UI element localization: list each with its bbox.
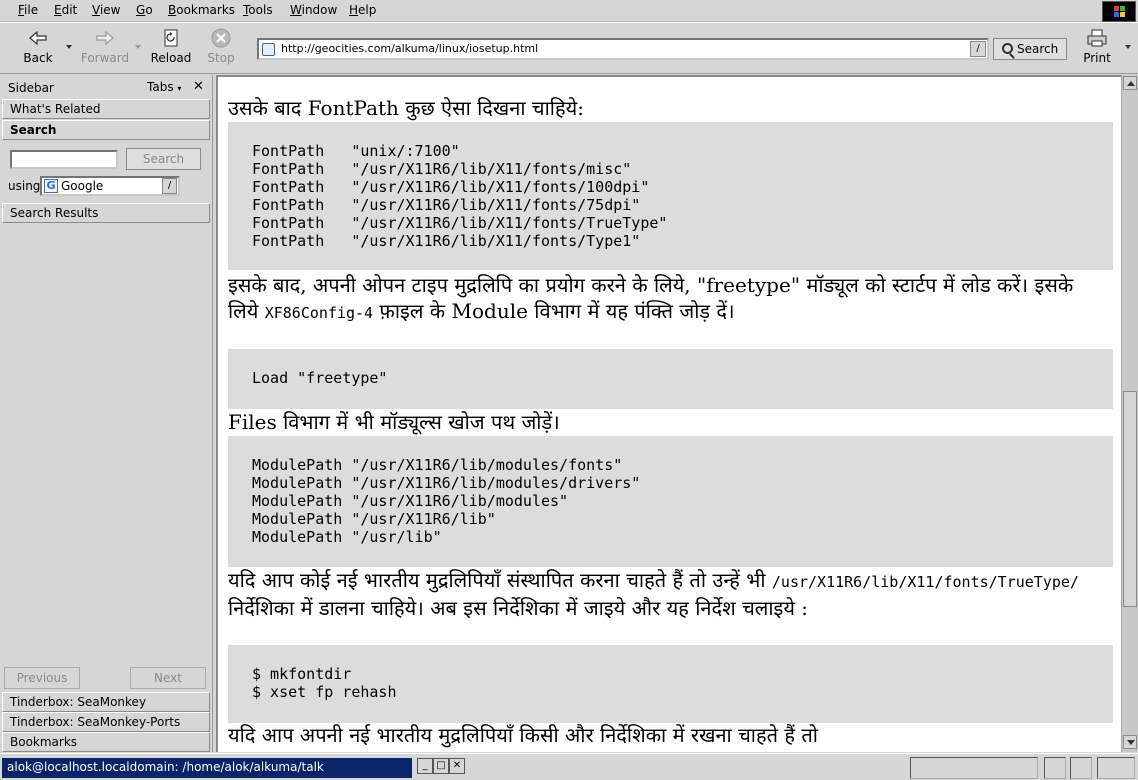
stop-button[interactable]: Stop xyxy=(204,27,238,65)
chevron-down-icon: ▾ xyxy=(177,84,182,93)
paragraph: उसके बाद FontPath कुछ ऐसा दिखना चाहिये: xyxy=(228,96,584,120)
reload-button[interactable]: Reload xyxy=(149,27,193,65)
code-block: ModulePath "/usr/X11R6/lib/modules/fonts… xyxy=(228,436,1113,567)
scroll-down-arrow-icon[interactable] xyxy=(1123,735,1137,749)
url-bar[interactable]: http://geocities.com/alkuma/linux/iosetu… xyxy=(257,38,989,60)
print-options-dropdown[interactable] xyxy=(1125,45,1131,49)
back-history-dropdown[interactable] xyxy=(66,45,72,49)
inline-code: /usr/X11R6/lib/X11/fonts/TrueType/ xyxy=(771,573,1079,591)
forward-button[interactable]: Forward xyxy=(80,27,130,65)
back-button[interactable]: Back xyxy=(20,27,56,65)
menu-edit[interactable]: Edit xyxy=(54,3,77,17)
magnifier-icon xyxy=(1002,43,1013,54)
tray-slot xyxy=(910,757,1038,779)
close-icon[interactable]: ✕ xyxy=(193,79,204,94)
tray-slot xyxy=(1070,757,1092,779)
previous-button[interactable]: Previous xyxy=(4,667,80,689)
menu-go[interactable]: Go xyxy=(136,3,153,17)
vertical-scrollbar[interactable] xyxy=(1121,75,1138,752)
sidebar-panel-search[interactable]: Search xyxy=(2,120,210,140)
url-text[interactable]: http://geocities.com/alkuma/linux/iosetu… xyxy=(281,42,538,55)
close-window-icon[interactable]: ✕ xyxy=(449,758,465,774)
sidebar-search-button[interactable]: Search xyxy=(126,148,201,170)
sidebar-tabs-menu[interactable]: Tabs ▾ xyxy=(147,80,181,94)
minimize-icon[interactable]: _ xyxy=(417,758,433,774)
next-button[interactable]: Next xyxy=(130,667,206,689)
reload-icon xyxy=(149,27,193,49)
menu-help[interactable]: Help xyxy=(349,3,376,17)
print-button[interactable]: Print xyxy=(1080,27,1114,65)
code-block: Load "freetype" xyxy=(228,349,1113,409)
tray-slot xyxy=(1097,757,1135,779)
menu-bookmarks[interactable]: Bookmarks xyxy=(168,3,235,17)
maximize-icon[interactable]: □ xyxy=(433,758,449,774)
stop-icon xyxy=(204,27,238,49)
sidebar-search-input[interactable] xyxy=(10,150,118,169)
throbber-logo[interactable] xyxy=(1102,1,1136,22)
paragraph: यदि आप कोई नई भारतीय मुद्रलिपियाँ संस्था… xyxy=(228,568,1079,620)
sidebar: Sidebar Tabs ▾ ✕ What's Related Search S… xyxy=(0,75,213,752)
sidebar-title: Sidebar xyxy=(8,81,54,95)
taskbar: alok@localhost.localdomain: /home/alok/a… xyxy=(0,753,1138,780)
menu-window[interactable]: Window xyxy=(290,3,337,17)
paragraph: यदि आप अपनी नई भारतीय मुद्रलिपियाँ किसी … xyxy=(228,723,818,747)
search-engine-select[interactable]: G Google / xyxy=(40,176,180,196)
page-content: उसके बाद FontPath कुछ ऐसा दिखना चाहिये: … xyxy=(216,75,1121,752)
menu-bar: File Edit View Go Bookmarks Tools Window… xyxy=(0,0,1138,22)
search-button[interactable]: Search xyxy=(993,38,1067,60)
back-arrow-icon xyxy=(20,27,56,49)
engine-dropdown-button[interactable]: / xyxy=(162,178,177,194)
paragraph: इसके बाद, अपनी ओपन टाइप मुद्रलिपि का प्र… xyxy=(228,273,1074,323)
google-icon: G xyxy=(44,179,58,193)
using-label: using xyxy=(8,179,41,193)
navigation-toolbar: Back Forward Reload Stop http://geocitie… xyxy=(0,22,1138,74)
forward-arrow-icon xyxy=(80,27,130,49)
code-block: FontPath "unix/:7100" FontPath "/usr/X11… xyxy=(228,122,1113,270)
printer-icon xyxy=(1080,27,1114,49)
inline-code: XF86Config-4 xyxy=(264,304,374,322)
taskbar-window-title[interactable]: alok@localhost.localdomain: /home/alok/a… xyxy=(2,758,412,778)
menu-view[interactable]: View xyxy=(92,3,120,17)
menu-tools[interactable]: Tools xyxy=(243,3,273,17)
scroll-up-arrow-icon[interactable] xyxy=(1123,76,1137,90)
code-block: $ mkfontdir $ xset fp rehash xyxy=(228,645,1113,723)
sidebar-panel-bookmarks[interactable]: Bookmarks xyxy=(2,732,210,752)
search-results-header: Search Results xyxy=(2,203,210,223)
tray-slot xyxy=(1044,757,1066,779)
paragraph: Files विभाग में भी मॉड्यूल्स खोज पथ जोड़… xyxy=(228,410,560,434)
forward-history-dropdown[interactable] xyxy=(135,45,141,49)
sidebar-panel-tinderbox-seamonkey-ports[interactable]: Tinderbox: SeaMonkey-Ports xyxy=(2,712,210,732)
url-dropdown-button[interactable]: / xyxy=(970,41,986,57)
sidebar-panel-whats-related[interactable]: What's Related xyxy=(2,99,210,119)
sidebar-panel-tinderbox-seamonkey[interactable]: Tinderbox: SeaMonkey xyxy=(2,692,210,712)
windows-logo-icon xyxy=(1114,6,1126,18)
scrollbar-thumb[interactable] xyxy=(1123,391,1137,607)
page-favicon-icon xyxy=(262,43,275,56)
menu-file[interactable]: File xyxy=(18,3,38,17)
